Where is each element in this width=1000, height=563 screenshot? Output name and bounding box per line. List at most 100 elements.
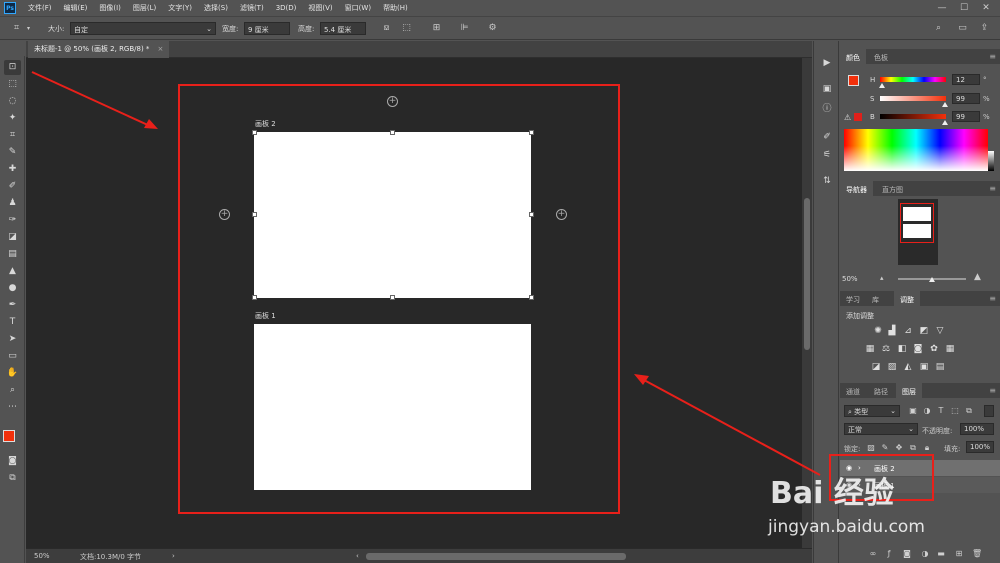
- panel-menu-icon[interactable]: ≡: [989, 184, 996, 193]
- gradient-tool-icon[interactable]: ▤: [4, 247, 21, 262]
- menu-window[interactable]: 窗口(W): [339, 3, 377, 13]
- panel-menu-icon[interactable]: ≡: [989, 52, 996, 61]
- close-icon[interactable]: ✕: [980, 2, 992, 14]
- menu-select[interactable]: 选择(S): [198, 3, 234, 13]
- levels-icon[interactable]: ▟: [886, 326, 898, 337]
- lock-transparency-icon[interactable]: ▨: [866, 443, 876, 453]
- panel-menu-icon[interactable]: ≡: [989, 386, 996, 395]
- menu-view[interactable]: 视图(V): [302, 3, 338, 13]
- menu-edit[interactable]: 编辑(E): [58, 3, 94, 13]
- sliders-icon[interactable]: ⚟: [819, 148, 835, 162]
- document-tab[interactable]: 未标题-1 @ 50% (画板 2, RGB/8) * ×: [28, 41, 170, 58]
- size-select[interactable]: 自定 ⌄: [70, 22, 216, 35]
- close-icon[interactable]: ×: [157, 45, 163, 53]
- vibrance-icon[interactable]: ▽: [934, 326, 946, 337]
- new-group-icon[interactable]: ▬: [936, 549, 946, 559]
- filter-type-icon[interactable]: T: [936, 406, 946, 416]
- healing-brush-tool-icon[interactable]: ✚: [4, 162, 21, 177]
- share-icon[interactable]: ⇪: [978, 22, 991, 35]
- h-value-input[interactable]: 12: [952, 74, 980, 85]
- chevron-right-icon[interactable]: ›: [172, 552, 175, 560]
- warning-icon[interactable]: ⚠: [844, 113, 851, 122]
- filter-smart-object-icon[interactable]: ⧉: [964, 406, 974, 416]
- bw-ramp[interactable]: [988, 151, 994, 171]
- crop-icon[interactable]: ⟏: [380, 22, 393, 35]
- b-slider-thumb[interactable]: [942, 120, 949, 125]
- menu-file[interactable]: 文件(F): [22, 3, 58, 13]
- vertical-scroll-thumb[interactable]: [804, 198, 810, 350]
- threshold-icon[interactable]: ◭: [902, 362, 914, 373]
- tab-adjustments[interactable]: 调整: [894, 291, 920, 306]
- color-lookup-icon[interactable]: ▦: [944, 344, 956, 355]
- menu-3d[interactable]: 3D(D): [270, 4, 303, 12]
- filter-pixel-icon[interactable]: ▣: [908, 406, 918, 416]
- clone-source-icon[interactable]: ⇅: [819, 174, 835, 188]
- canvas-area[interactable]: 画板 2 + + + 画板 1: [26, 58, 802, 548]
- quick-mask-icon[interactable]: ◙: [4, 454, 21, 469]
- brush-tool-icon[interactable]: ✐: [4, 179, 21, 194]
- chevron-down-icon[interactable]: ▾: [22, 22, 35, 35]
- path-selection-tool-icon[interactable]: ➤: [4, 332, 21, 347]
- crop-tool-icon[interactable]: ⌗: [4, 128, 21, 143]
- minimize-icon[interactable]: —: [936, 2, 948, 14]
- transform-icon[interactable]: ⬚: [400, 22, 413, 35]
- photo-filter-icon[interactable]: ◙: [912, 344, 924, 355]
- navigator-thumbnail[interactable]: [898, 199, 938, 265]
- dodge-tool-icon[interactable]: ●: [4, 281, 21, 296]
- tab-libraries[interactable]: 库: [866, 291, 885, 306]
- b-value-input[interactable]: 99: [952, 111, 980, 122]
- properties-icon[interactable]: ▣: [819, 82, 835, 96]
- selective-color-icon[interactable]: ▣: [918, 362, 930, 373]
- magic-wand-tool-icon[interactable]: ✦: [4, 111, 21, 126]
- posterize-icon[interactable]: ▨: [886, 362, 898, 373]
- add-artboard-icon[interactable]: ⊞: [430, 22, 443, 35]
- horizontal-scroll-thumb[interactable]: [366, 553, 626, 560]
- eyedropper-tool-icon[interactable]: ✎: [4, 145, 21, 160]
- navigator-zoom-thumb[interactable]: [929, 277, 935, 282]
- blur-tool-icon[interactable]: ▲: [4, 264, 21, 279]
- link-layers-icon[interactable]: ∞: [868, 549, 878, 559]
- invert-icon[interactable]: ◪: [870, 362, 882, 373]
- artboard-tool-icon[interactable]: ⊡: [4, 60, 21, 75]
- s-value-input[interactable]: 99: [952, 93, 980, 104]
- navigator-zoom-value[interactable]: 50%: [842, 275, 858, 283]
- panel-menu-icon[interactable]: ≡: [989, 294, 996, 303]
- s-slider-track[interactable]: [880, 96, 946, 101]
- width-input[interactable]: 9 厘米: [244, 22, 290, 35]
- blend-mode-select[interactable]: 正常 ⌄: [844, 423, 918, 435]
- tab-channels[interactable]: 通道: [840, 383, 866, 398]
- info-icon[interactable]: ⓘ: [819, 102, 835, 116]
- maximize-icon[interactable]: ☐: [958, 2, 970, 14]
- tab-histogram[interactable]: 直方图: [876, 181, 909, 196]
- color-spectrum[interactable]: [844, 129, 988, 171]
- layer-filter-select[interactable]: ⌕ 类型 ⌄: [844, 405, 900, 417]
- zoom-readout[interactable]: 50%: [34, 552, 50, 560]
- hue-saturation-icon[interactable]: ▦: [864, 344, 876, 355]
- filter-adjustment-icon[interactable]: ◑: [922, 406, 932, 416]
- delete-layer-icon[interactable]: 🗑︎: [972, 549, 982, 559]
- align-icon[interactable]: ⊫: [458, 22, 471, 35]
- new-adjustment-icon[interactable]: ◑: [920, 549, 930, 559]
- stamp-tool-icon[interactable]: ♟: [4, 196, 21, 211]
- s-slider-thumb[interactable]: [942, 102, 949, 107]
- play-icon[interactable]: ▶: [819, 56, 835, 70]
- marquee-tool-icon[interactable]: ⬚: [4, 77, 21, 92]
- hand-tool-icon[interactable]: ✋: [4, 366, 21, 381]
- menu-image[interactable]: 图像(I): [93, 3, 127, 13]
- lock-all-icon[interactable]: 🔒︎: [922, 443, 932, 453]
- pen-tool-icon[interactable]: ✒: [4, 298, 21, 313]
- gear-icon[interactable]: ⚙: [486, 22, 499, 35]
- fill-input[interactable]: 100%: [966, 441, 994, 453]
- add-mask-icon[interactable]: ◙: [902, 549, 912, 559]
- zoom-out-icon[interactable]: ▴: [880, 274, 884, 282]
- zoom-tool-icon[interactable]: ⌕: [4, 383, 21, 398]
- new-layer-icon[interactable]: ⊞: [954, 549, 964, 559]
- fx-icon[interactable]: ƒ: [884, 549, 894, 559]
- search-icon[interactable]: ⌕: [932, 22, 945, 35]
- tab-layers[interactable]: 图层: [896, 383, 922, 398]
- filter-toggle[interactable]: [984, 405, 994, 417]
- filter-shape-icon[interactable]: ⬚: [950, 406, 960, 416]
- lock-position-icon[interactable]: ✥: [894, 443, 904, 453]
- color-balance-icon[interactable]: ⚖: [880, 344, 892, 355]
- menu-type[interactable]: 文字(Y): [162, 3, 198, 13]
